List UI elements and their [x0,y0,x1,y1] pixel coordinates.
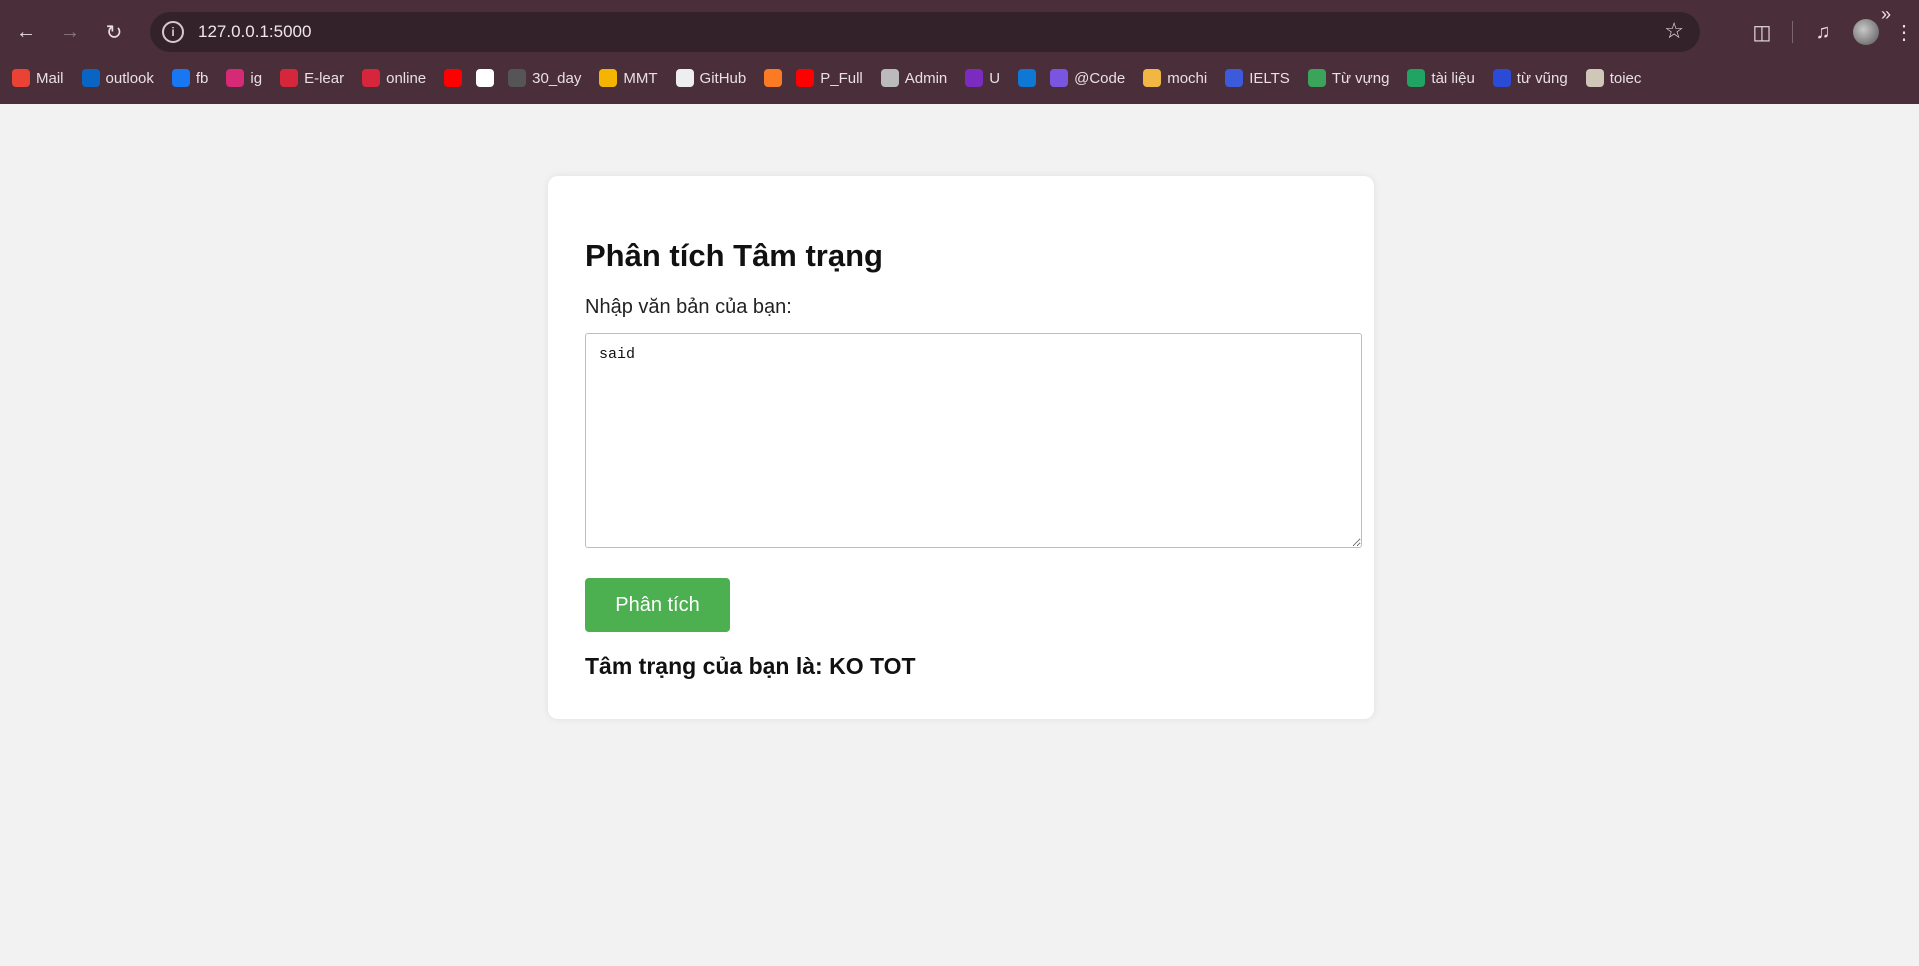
world-icon [1492,69,1511,87]
page-title: Phân tích Tâm trạng [585,238,883,273]
bookmark-label: Admin [904,69,948,87]
more-bookmarks-icon[interactable]: » [1881,4,1891,25]
openai-icon [476,69,495,87]
browser-toolbar: ← → ↻ i 127.0.0.1:5000 ☆ ◫ ♫ ⋮ [0,10,1919,54]
bookmark-item[interactable]: outlook [81,69,154,87]
reload-icon[interactable]: ↻ [94,14,134,50]
url-text[interactable]: 127.0.0.1:5000 [198,22,311,42]
bookmark-item[interactable]: từ vũng [1492,69,1568,87]
bookmark-item[interactable]: @Code [1050,69,1125,87]
classroom-icon [599,69,618,87]
back-arrow-icon[interactable]: ← [6,14,46,50]
outlook-icon [81,69,100,87]
bookmark-star-icon[interactable]: ☆ [1664,18,1684,44]
bookmark-item[interactable] [764,69,783,87]
media-control-icon[interactable]: ♫ [1803,21,1843,44]
toolbar-divider [1792,21,1793,43]
globe-icon [1307,69,1326,87]
drive-icon [1407,69,1426,87]
bookmark-item[interactable]: 30_day [508,69,581,87]
bookmark-item[interactable]: fb [171,69,209,87]
bookmark-label: MMT [623,69,658,87]
sentiment-card: Phân tích Tâm trạng Nhập văn bản của bạn… [548,176,1374,719]
bookmark-item[interactable] [444,69,463,87]
result-text: Tâm trạng của bạn là: KO TOT [585,653,916,679]
browser-chrome: ← → ↻ i 127.0.0.1:5000 ☆ ◫ ♫ ⋮ Mail outlo… [0,0,1919,104]
bookmark-item[interactable]: IELTS [1225,69,1290,87]
bookmark-item[interactable]: ig [226,69,262,87]
ielts-icon [1225,69,1244,87]
gmail-icon [12,69,30,87]
extensions-icon[interactable]: ◫ [1742,20,1782,45]
toolbar-right: ◫ ♫ ⋮ [1742,10,1919,54]
bookmark-item[interactable] [476,69,495,87]
bookmark-item[interactable]: P_Full [796,69,863,87]
bookmark-item[interactable]: MMT [599,69,658,87]
bookmark-label: E-lear [304,69,345,87]
globe-icon [880,69,899,87]
bookmark-item[interactable]: tài liệu [1407,69,1475,87]
facebook-icon [171,69,190,87]
bookmark-item[interactable]: mochi [1143,69,1207,87]
bookmark-item[interactable]: U [965,69,1000,87]
input-label: Nhập văn bản của bạn: [585,296,792,318]
bookmark-item[interactable]: online [362,69,426,87]
bookmark-label: Mail [36,69,64,87]
text-input[interactable]: said [585,333,1362,548]
analyze-button[interactable]: Phân tích [585,578,730,632]
bookmark-item[interactable]: GitHub [675,69,747,87]
instagram-icon [226,69,245,87]
bookmark-label: tài liệu [1431,69,1475,87]
u-icon [965,69,984,87]
bookmark-item[interactable]: E-lear [280,69,344,87]
bookmark-label: IELTS [1249,69,1290,87]
bookmark-label: online [386,69,427,87]
bookmark-item[interactable] [1018,69,1037,87]
code-icon [1050,69,1069,87]
mochi-icon [1143,69,1162,87]
bookmark-label: @Code [1074,69,1126,87]
bookmark-label: mochi [1167,69,1208,87]
github-icon [508,69,527,87]
bookmarks-bar: Mail outlook fb ig E-lear online 30_day MMT GitH… [0,62,1919,94]
bookmark-item[interactable]: toiec [1585,69,1642,87]
vivaldi-icon [280,69,299,87]
github-icon [675,69,694,87]
bookmark-label: Từ vựng [1331,69,1390,87]
forward-arrow-icon[interactable]: → [50,14,90,50]
address-bar[interactable]: i 127.0.0.1:5000 ☆ [150,12,1700,52]
t-icon [1585,69,1604,87]
xampp-icon [764,69,783,87]
profile-avatar-icon[interactable] [1853,19,1879,45]
bookmark-label: fb [195,69,209,87]
bookmark-label: 30_day [532,69,582,87]
bookmark-label: ig [250,69,263,87]
youtube-icon [444,69,463,87]
bookmark-item[interactable]: Từ vựng [1307,69,1390,87]
bookmark-label: GitHub [699,69,747,87]
bookmark-label: outlook [105,69,154,87]
bookmark-label: từ vũng [1516,69,1568,87]
bookmark-label: U [989,69,1001,87]
onedrive-icon [1018,69,1037,87]
youtube-icon [796,69,815,87]
vivaldi-icon [362,69,381,87]
bookmark-item[interactable]: Mail [12,69,64,87]
bookmark-label: toiec [1609,69,1642,87]
site-info-icon[interactable]: i [162,21,184,43]
bookmark-item[interactable]: Admin [880,69,948,87]
menu-kebab-icon[interactable]: ⋮ [1889,20,1919,45]
bookmark-label: P_Full [820,69,863,87]
